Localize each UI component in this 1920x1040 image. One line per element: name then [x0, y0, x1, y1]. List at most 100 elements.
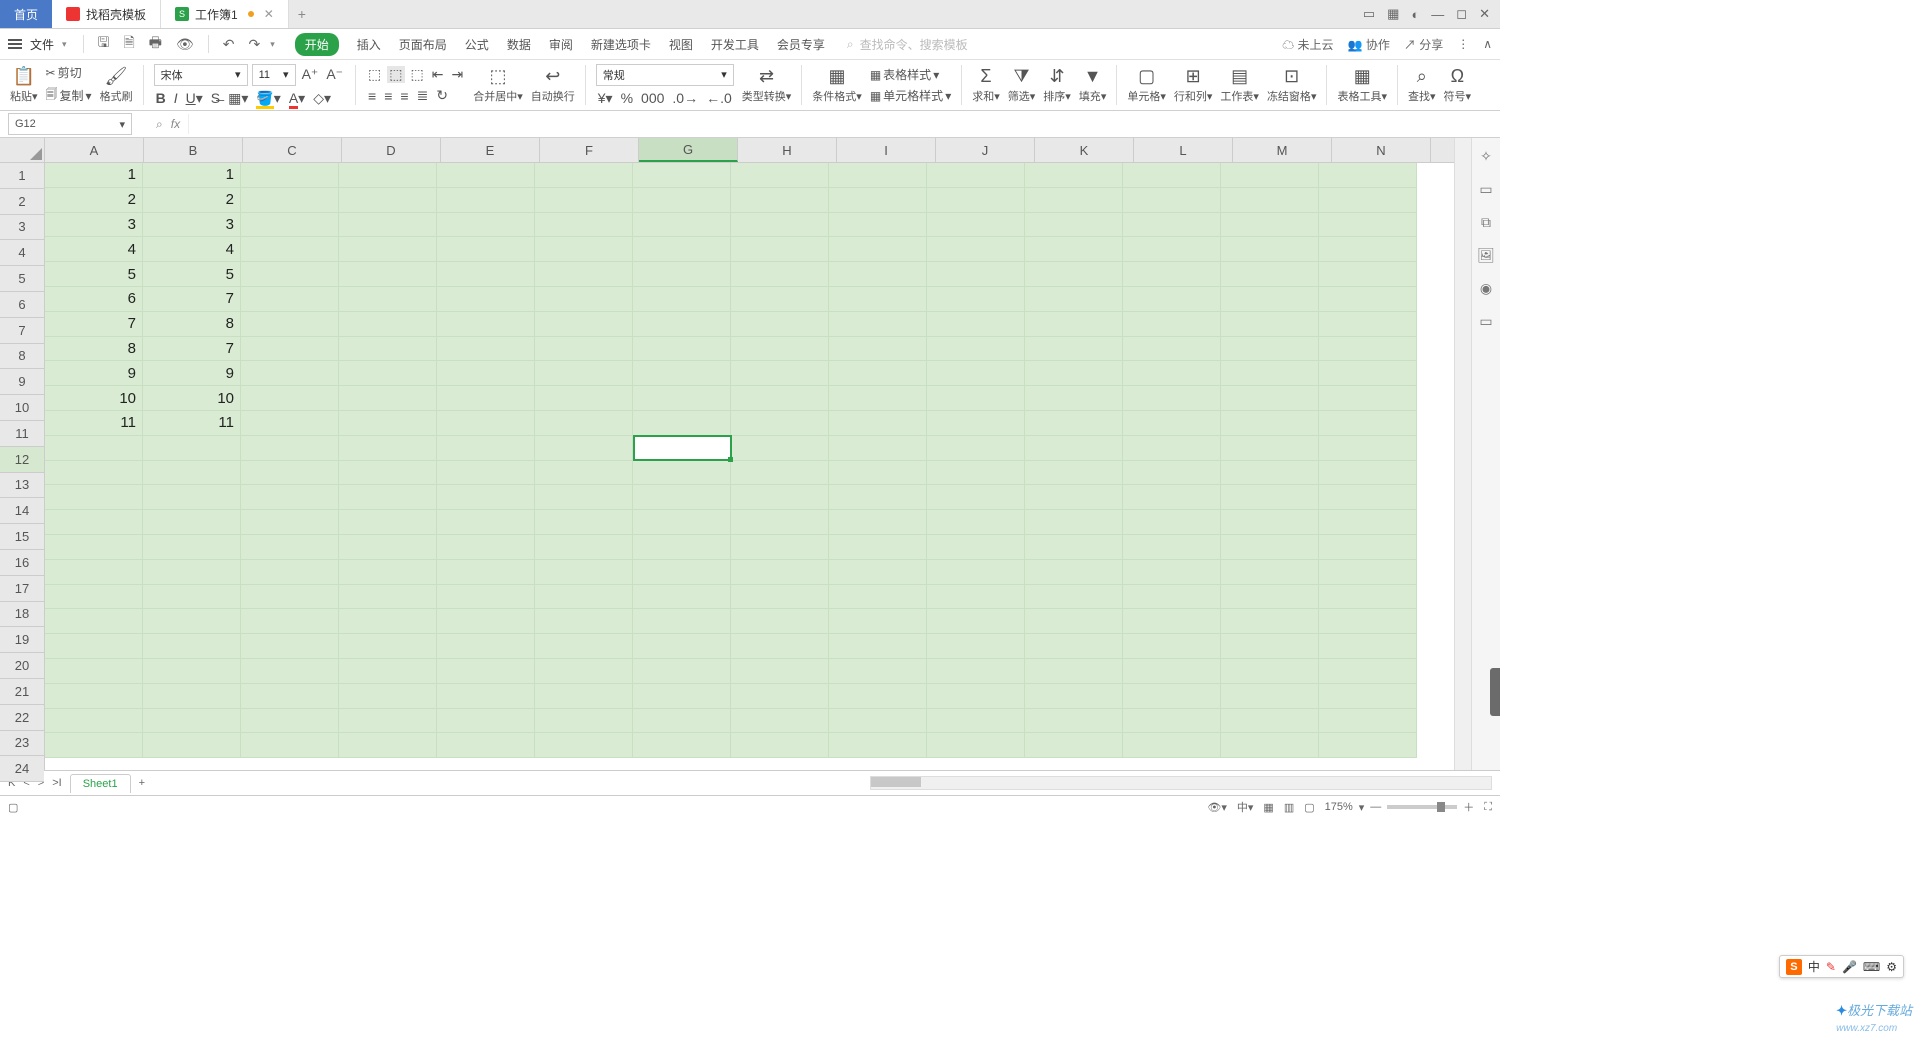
cell-G20[interactable] [633, 634, 731, 659]
border-icon[interactable]: ▦▾ [226, 90, 250, 107]
cell-N7[interactable] [1319, 312, 1417, 337]
cell-B7[interactable]: 8 [143, 312, 241, 337]
cell-I14[interactable] [829, 485, 927, 510]
col-header-L[interactable]: L [1134, 138, 1233, 162]
cell-M2[interactable] [1221, 188, 1319, 213]
collapse-ribbon-icon[interactable]: ∧ [1483, 37, 1492, 51]
cell-C24[interactable] [241, 733, 339, 758]
cond-format-button[interactable]: ▦条件格式▾ [808, 62, 866, 108]
row-header-8[interactable]: 8 [0, 344, 44, 370]
cell-H14[interactable] [731, 485, 829, 510]
cloud-status[interactable]: ☁ 未上云 [1282, 36, 1333, 53]
side-layout-icon[interactable]: ⧉ [1481, 214, 1491, 231]
menu-7[interactable]: 视图 [669, 36, 693, 53]
cell-M19[interactable] [1221, 609, 1319, 634]
cell-I18[interactable] [829, 585, 927, 610]
align-left-icon[interactable]: ≡ [366, 88, 378, 104]
cell-A5[interactable]: 5 [45, 262, 143, 287]
cell-C7[interactable] [241, 312, 339, 337]
menu-5[interactable]: 审阅 [549, 36, 573, 53]
cell-K19[interactable] [1025, 609, 1123, 634]
cell-C13[interactable] [241, 461, 339, 486]
percent-icon[interactable]: % [619, 90, 635, 106]
cell-L16[interactable] [1123, 535, 1221, 560]
cell-H1[interactable] [731, 163, 829, 188]
align-middle-icon[interactable]: ⬚ [387, 66, 404, 83]
cell-C9[interactable] [241, 361, 339, 386]
cell-M21[interactable] [1221, 659, 1319, 684]
cell-M8[interactable] [1221, 337, 1319, 362]
cell-L24[interactable] [1123, 733, 1221, 758]
cell-A16[interactable] [45, 535, 143, 560]
cell-H23[interactable] [731, 709, 829, 734]
more-icon[interactable]: ⋮ [1457, 37, 1469, 51]
cell-N11[interactable] [1319, 411, 1417, 436]
filter-button[interactable]: ⧩筛选▾ [1004, 62, 1040, 108]
theme-icon[interactable]: ◐ [1411, 7, 1419, 22]
cell-N6[interactable] [1319, 287, 1417, 312]
fullscreen-icon[interactable]: ⛶ [1484, 801, 1492, 814]
cell-K17[interactable] [1025, 560, 1123, 585]
eye-icon[interactable]: 👁▾ [1207, 801, 1227, 814]
cell-J19[interactable] [927, 609, 1025, 634]
cell-F6[interactable] [535, 287, 633, 312]
cell-G12[interactable] [633, 436, 731, 461]
rowcol-button[interactable]: ⊞行和列▾ [1170, 62, 1217, 108]
cell-A4[interactable]: 4 [45, 237, 143, 262]
zoom-in-icon[interactable]: ＋ [1463, 799, 1474, 815]
cell-M11[interactable] [1221, 411, 1319, 436]
cell-D17[interactable] [339, 560, 437, 585]
fx-icon[interactable]: fx [171, 117, 180, 131]
cell-H5[interactable] [731, 262, 829, 287]
cell-F18[interactable] [535, 585, 633, 610]
cell-H12[interactable] [731, 436, 829, 461]
cell-N9[interactable] [1319, 361, 1417, 386]
cell-L15[interactable] [1123, 510, 1221, 535]
cell-C5[interactable] [241, 262, 339, 287]
side-book-icon[interactable]: ▭ [1479, 313, 1492, 330]
cell-G6[interactable] [633, 287, 731, 312]
cell-F5[interactable] [535, 262, 633, 287]
row-header-2[interactable]: 2 [0, 189, 44, 215]
cell-G3[interactable] [633, 213, 731, 238]
cell-F13[interactable] [535, 461, 633, 486]
cell-G9[interactable] [633, 361, 731, 386]
cell-I10[interactable] [829, 386, 927, 411]
align-bottom-icon[interactable]: ⬚ [409, 66, 426, 83]
cell-N3[interactable] [1319, 213, 1417, 238]
cell-K2[interactable] [1025, 188, 1123, 213]
cut-button[interactable]: ✂ 剪切 [46, 64, 92, 81]
cell-J21[interactable] [927, 659, 1025, 684]
cell-L20[interactable] [1123, 634, 1221, 659]
wrap-button[interactable]: ↩自动换行 [527, 62, 579, 108]
indent-increase-icon[interactable]: ⇥ [449, 66, 465, 83]
cell-H22[interactable] [731, 684, 829, 709]
cell-H13[interactable] [731, 461, 829, 486]
row-header-23[interactable]: 23 [0, 731, 44, 757]
indent-decrease-icon[interactable]: ⇤ [430, 66, 446, 83]
cell-A11[interactable]: 11 [45, 411, 143, 436]
cell-D20[interactable] [339, 634, 437, 659]
cell-D16[interactable] [339, 535, 437, 560]
cell-H3[interactable] [731, 213, 829, 238]
cell-K13[interactable] [1025, 461, 1123, 486]
cell-H2[interactable] [731, 188, 829, 213]
cell-C11[interactable] [241, 411, 339, 436]
sort-button[interactable]: ⇵排序▾ [1039, 62, 1075, 108]
cell-N23[interactable] [1319, 709, 1417, 734]
cell-B13[interactable] [143, 461, 241, 486]
cell-F9[interactable] [535, 361, 633, 386]
cell-G11[interactable] [633, 411, 731, 436]
row-header-7[interactable]: 7 [0, 318, 44, 344]
cell-E3[interactable] [437, 213, 535, 238]
cell-H20[interactable] [731, 634, 829, 659]
cell-N21[interactable] [1319, 659, 1417, 684]
row-header-18[interactable]: 18 [0, 602, 44, 628]
cell-N19[interactable] [1319, 609, 1417, 634]
cell-D19[interactable] [339, 609, 437, 634]
cell-K4[interactable] [1025, 237, 1123, 262]
cell-button[interactable]: ▢单元格▾ [1123, 62, 1170, 108]
formula-input[interactable] [188, 114, 1500, 134]
collab-button[interactable]: 👥 协作 [1348, 36, 1390, 53]
cell-I6[interactable] [829, 287, 927, 312]
